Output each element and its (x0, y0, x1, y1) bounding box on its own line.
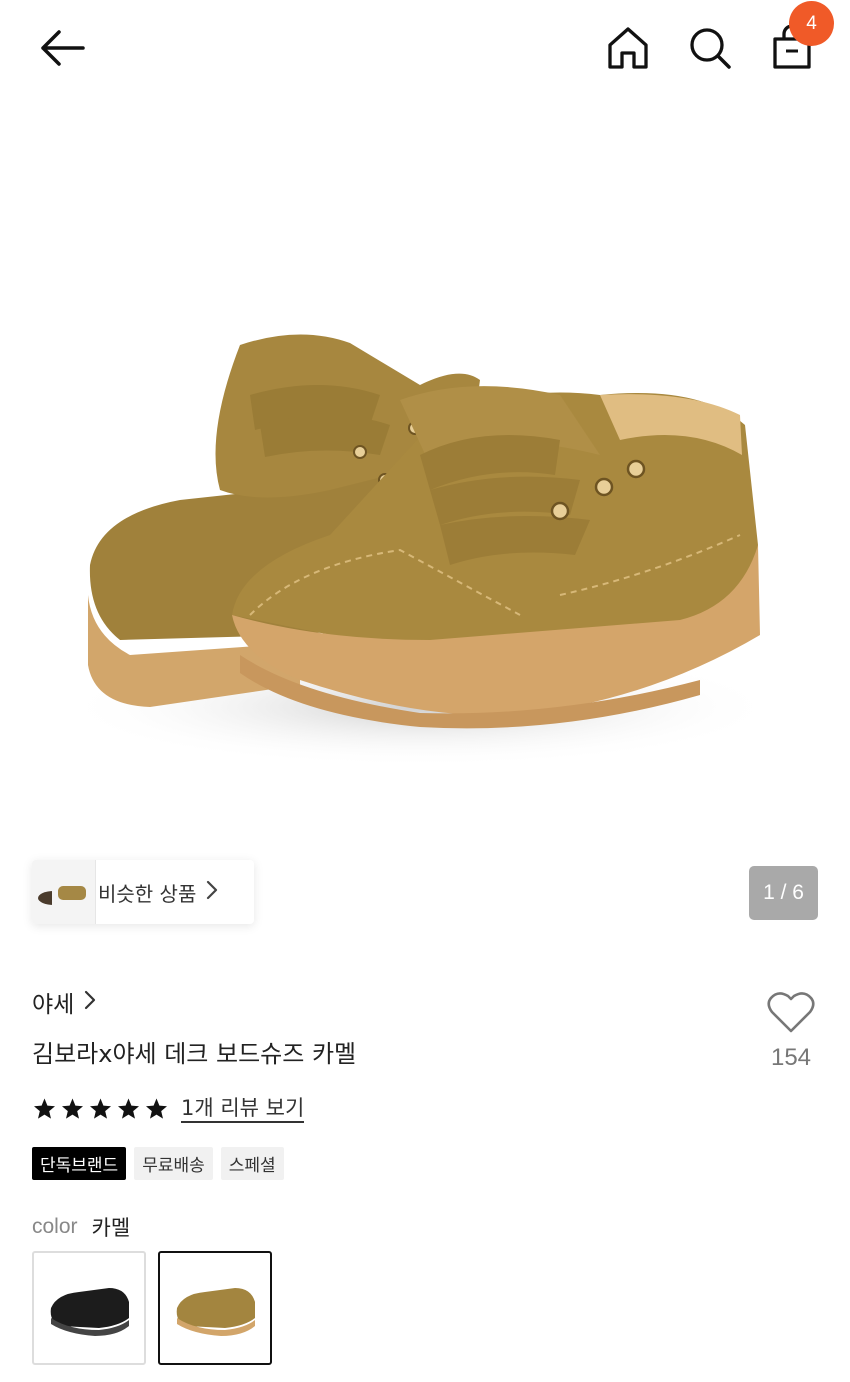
brand-name: 야세 (32, 992, 75, 1018)
color-option-black[interactable] (32, 1251, 146, 1365)
star-icon (62, 1098, 83, 1119)
similar-thumbnails (32, 860, 98, 924)
color-swatches (32, 1251, 272, 1365)
star-icon (118, 1098, 139, 1119)
star-icon (146, 1098, 167, 1119)
star-rating (32, 1097, 169, 1121)
chevron-right-icon (84, 990, 96, 1014)
black-shoe-thumbnail (50, 1288, 129, 1336)
search-button[interactable] (680, 20, 740, 76)
star-icon (90, 1098, 111, 1119)
tag-exclusive-brand: 단독브랜드 (32, 1147, 127, 1180)
back-arrow-icon (41, 30, 85, 66)
similar-products-button[interactable]: 비슷한 상품 (32, 860, 254, 924)
home-icon (608, 27, 648, 69)
review-link[interactable]: 1개 리뷰 보기 (181, 1095, 305, 1123)
product-title: 김보라x야세 데크 보드슈즈 카멜 (32, 1040, 357, 1068)
color-selector-header: color 카멜 (32, 1212, 130, 1242)
top-bar: 4 (0, 0, 850, 95)
chevron-right-icon (206, 880, 218, 905)
star-icon (34, 1098, 55, 1119)
tag-free-shipping: 무료배송 (134, 1147, 213, 1180)
camel-shoe-thumbnail (176, 1288, 255, 1336)
color-option-camel[interactable] (158, 1251, 272, 1365)
similar-products-label: 비슷한 상품 (98, 881, 197, 906)
tag-special: 스페셜 (220, 1147, 284, 1180)
rating-row: 1개 리뷰 보기 (32, 1092, 305, 1126)
similar-thumbnail (52, 860, 96, 924)
back-button[interactable] (30, 20, 94, 76)
color-label: color (32, 1215, 78, 1238)
search-icon (690, 28, 731, 69)
heart-icon (767, 992, 815, 1033)
home-button[interactable] (598, 20, 658, 76)
product-image-gallery[interactable] (0, 95, 850, 855)
cart-count-badge: 4 (789, 1, 834, 46)
like-count: 154 (770, 1044, 812, 1071)
shoe-thumbnail-icon (58, 886, 86, 900)
product-tags: 단독브랜드 무료배송 스페셜 (32, 1147, 284, 1180)
like-button[interactable]: 154 (760, 990, 822, 1085)
product-image (60, 334, 780, 767)
selected-color: 카멜 (91, 1216, 131, 1240)
brand-link[interactable]: 야세 (32, 985, 96, 1019)
image-page-counter: 1 / 6 (749, 866, 818, 920)
